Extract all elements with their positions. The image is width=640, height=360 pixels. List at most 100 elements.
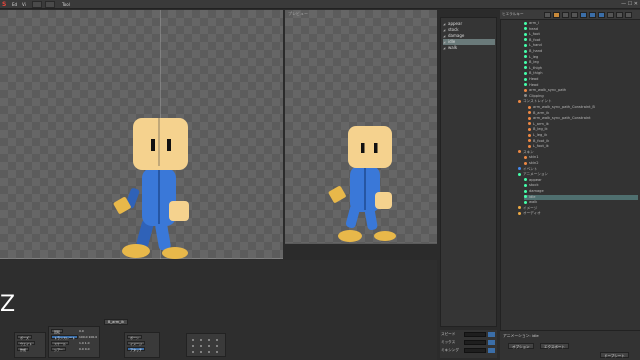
hierarchy-tool-button[interactable] — [616, 12, 623, 18]
mix-field[interactable] — [464, 340, 486, 345]
hierarchy-item[interactable]: L_leg — [524, 55, 638, 60]
tree-node-label: arm_walk_sync_path_Constraint — [533, 116, 591, 121]
speed-field[interactable] — [464, 332, 486, 337]
hierarchy-item[interactable]: arm_l — [524, 21, 638, 26]
translate-button[interactable]: トランスレート — [51, 335, 78, 340]
front-hand — [169, 201, 189, 221]
axes-widget[interactable] — [186, 333, 226, 357]
hierarchy-item[interactable]: コンストレイント — [518, 99, 638, 104]
tree-node-label: skin2 — [529, 161, 539, 165]
menu-edit[interactable]: Ed — [10, 1, 19, 8]
hierarchy-item[interactable]: appear — [524, 178, 638, 183]
hierarchy-item[interactable]: B_leg_ik — [528, 127, 638, 132]
translate-value[interactable]: 100.0 100.0 — [79, 335, 97, 339]
hierarchy-item[interactable]: idle — [524, 194, 638, 200]
shear-value[interactable]: 0.0 0.0 — [79, 347, 90, 351]
hierarchy-tool-button[interactable] — [571, 12, 578, 18]
hierarchy-item[interactable]: アニメーション — [518, 172, 638, 177]
hierarchy-item[interactable]: damage — [524, 189, 638, 194]
mixing-button[interactable] — [488, 348, 495, 353]
hierarchy-item[interactable]: B_foot_ik — [528, 139, 638, 144]
menu-view[interactable]: Vi — [20, 1, 28, 8]
hierarchy-item[interactable]: B_leg — [524, 60, 638, 65]
window-controls[interactable]: — ☐ ✕ — [621, 1, 638, 8]
speed-button[interactable] — [488, 332, 495, 337]
hierarchy-tool-button[interactable] — [544, 12, 551, 18]
tree-node-label: L_arm_ik — [533, 121, 549, 126]
filter-bones-button[interactable]: ボーン — [127, 335, 142, 340]
hierarchy-item[interactable]: walk — [524, 200, 638, 205]
hierarchy-item[interactable]: L_foot — [524, 32, 638, 37]
current-animation-label: アニメーション: idle — [503, 333, 539, 338]
mix-row: ミックス — [441, 339, 496, 346]
hierarchy-item[interactable]: B_arm_ik — [528, 111, 638, 116]
hierarchy-item[interactable]: B_foot — [524, 38, 638, 43]
filter-attachments-button[interactable]: アタッチ — [127, 347, 146, 352]
hierarchy-tool-button[interactable] — [553, 12, 560, 18]
hierarchy-item[interactable]: skin1 — [524, 155, 638, 160]
menu-tool[interactable]: Tool — [60, 1, 72, 8]
preview-head — [348, 126, 392, 168]
tree-node-icon — [524, 88, 527, 92]
hierarchy-tool-button[interactable] — [598, 12, 605, 18]
tree-node-label: L_hand — [529, 43, 542, 48]
tree-node-icon — [524, 27, 527, 31]
tree-node-label: スキン — [523, 149, 534, 154]
scale-value[interactable]: 1.0 1.0 — [79, 341, 90, 345]
dopesheet-button[interactable]: ドープシート — [600, 352, 629, 358]
tree-node-icon — [524, 77, 527, 81]
tree-node-label: B_thigh — [529, 71, 543, 76]
hierarchy-item[interactable]: head — [524, 27, 638, 32]
hierarchy-item[interactable]: Head — [524, 83, 638, 88]
hierarchy-item[interactable]: L_foot_ik — [528, 144, 638, 149]
hierarchy-item[interactable]: arm_walk_sync_path — [524, 88, 638, 93]
hierarchy-tool-button[interactable] — [562, 12, 569, 18]
shear-button[interactable]: シアー — [51, 347, 66, 352]
tree-node-label: idle — [529, 194, 536, 199]
hierarchy-tool-button[interactable] — [580, 12, 587, 18]
rotate-value[interactable]: 0.0 — [79, 329, 84, 333]
hierarchy-item[interactable]: L_arm_ik — [528, 122, 638, 127]
hierarchy-item[interactable]: arm_walk_sync_path_Constraint — [528, 116, 638, 121]
hierarchy-item[interactable]: L_thigh — [524, 66, 638, 71]
filter-images-button[interactable]: イメージ — [127, 341, 145, 346]
hierarchy-item[interactable]: stock — [524, 183, 638, 188]
create-mode-button[interactable]: 作成 — [17, 347, 30, 352]
weights-mode-button[interactable]: ウェイト — [17, 341, 36, 346]
pose-mode-button[interactable]: ポーズ — [17, 335, 32, 340]
tree-node-icon — [524, 183, 527, 187]
tree-node-label: appear — [529, 177, 542, 182]
export-button[interactable]: エクスポート — [540, 343, 569, 349]
hierarchy-tool-button[interactable] — [589, 12, 596, 18]
hierarchy-item[interactable]: イベント — [518, 167, 638, 172]
hierarchy-item[interactable]: オーディオ — [518, 211, 638, 216]
hierarchy-item[interactable]: B_hand — [524, 49, 638, 54]
options-button[interactable]: オプション — [508, 343, 534, 349]
mixing-row: ミキシング — [441, 347, 496, 354]
character-left[interactable] — [95, 110, 215, 260]
head — [133, 118, 188, 170]
hierarchy-tool-button[interactable] — [625, 12, 632, 18]
toolbar-button[interactable] — [32, 1, 42, 8]
hierarchy-item[interactable]: skin2 — [524, 161, 638, 166]
tree-node-label: L_foot_ik — [533, 144, 549, 149]
hierarchy-item[interactable]: Head — [524, 77, 638, 82]
hierarchy-item[interactable]: L_hand — [524, 43, 638, 48]
tree-node-icon — [518, 211, 521, 215]
hierarchy-item[interactable]: スキン — [518, 150, 638, 155]
scale-button[interactable]: スケール — [51, 341, 70, 346]
tree-node-label: アニメーション — [523, 172, 549, 177]
tree-node-icon — [524, 94, 527, 98]
toolbar-button[interactable] — [45, 1, 55, 8]
mixing-field[interactable] — [464, 348, 486, 353]
hierarchy-item[interactable]: B_thigh — [524, 71, 638, 76]
rotate-button[interactable]: 回転 — [51, 329, 64, 334]
tree-node-label: damage — [529, 189, 544, 193]
playback-settings: スピード ミックス ミキシング — [440, 330, 497, 358]
hierarchy-item[interactable]: arm_walk_sync_path_Constraint_B — [528, 105, 638, 110]
hierarchy-item[interactable]: L_leg_ik — [528, 133, 638, 138]
animation-item-walk[interactable]: walk — [443, 45, 495, 51]
hierarchy-tool-button[interactable] — [607, 12, 614, 18]
mix-button[interactable] — [488, 340, 495, 345]
tree-node-label: walk — [529, 200, 538, 205]
